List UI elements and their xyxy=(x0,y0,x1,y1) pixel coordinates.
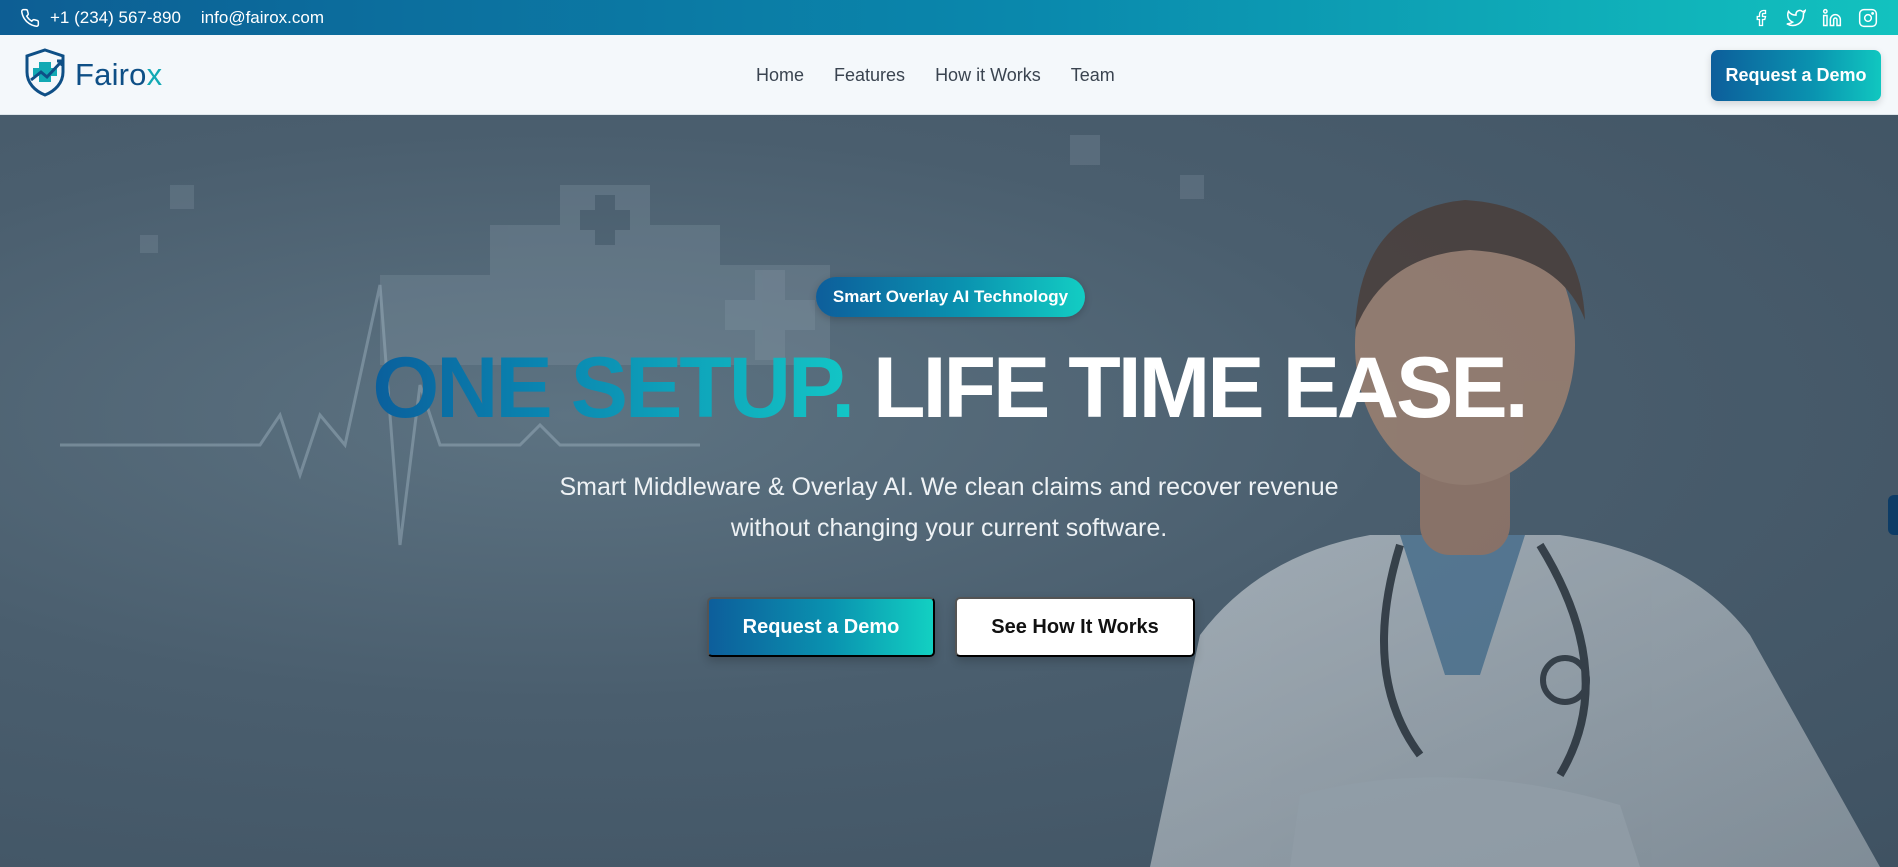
top-contact-bar: +1 (234) 567-890 info@fairox.com xyxy=(0,0,1898,35)
hero-subtext: Smart Middleware & Overlay AI. We clean … xyxy=(0,467,1898,549)
see-how-it-works-button[interactable]: See How It Works xyxy=(955,597,1195,657)
instagram-icon[interactable] xyxy=(1858,8,1878,28)
primary-nav: Home Features How it Works Team xyxy=(756,35,1145,115)
email-contact[interactable]: info@fairox.com xyxy=(201,8,324,28)
linkedin-icon[interactable] xyxy=(1822,8,1842,28)
nav-link-how-it-works[interactable]: How it Works xyxy=(935,65,1041,86)
technology-badge: Smart Overlay AI Technology xyxy=(816,277,1085,317)
phone-number[interactable]: +1 (234) 567-890 xyxy=(50,8,181,28)
hero-subtext-line-2: without changing your current software. xyxy=(730,514,1168,542)
main-navbar: Fairox Home Features How it Works Team R… xyxy=(0,35,1898,115)
nav-link-features[interactable]: Features xyxy=(834,65,905,86)
hero-section: Smart Overlay AI Technology ONE SETUP. L… xyxy=(0,115,1898,867)
shield-logo-icon xyxy=(19,46,71,103)
request-demo-hero-button[interactable]: Request a Demo xyxy=(707,597,935,657)
nav-link-home[interactable]: Home xyxy=(756,65,804,86)
social-links xyxy=(1752,8,1878,28)
logo-wordmark: Fairox xyxy=(75,56,163,92)
request-demo-nav-button[interactable]: Request a Demo xyxy=(1711,50,1881,101)
side-tab-handle[interactable] xyxy=(1888,495,1898,535)
hero-headline: ONE SETUP. LIFE TIME EASE. xyxy=(0,345,1898,431)
phone-contact[interactable]: +1 (234) 567-890 xyxy=(20,8,181,28)
headline-white-part: LIFE TIME EASE. xyxy=(873,340,1529,436)
email-address[interactable]: info@fairox.com xyxy=(201,8,324,28)
nav-link-team[interactable]: Team xyxy=(1071,65,1115,86)
twitter-icon[interactable] xyxy=(1786,8,1806,28)
phone-icon xyxy=(20,8,40,28)
facebook-icon[interactable] xyxy=(1752,8,1770,28)
headline-gradient-part: ONE SETUP. xyxy=(372,340,855,436)
logo[interactable]: Fairox xyxy=(19,46,162,103)
hero-subtext-line-1: Smart Middleware & Overlay AI. We clean … xyxy=(559,473,1339,501)
